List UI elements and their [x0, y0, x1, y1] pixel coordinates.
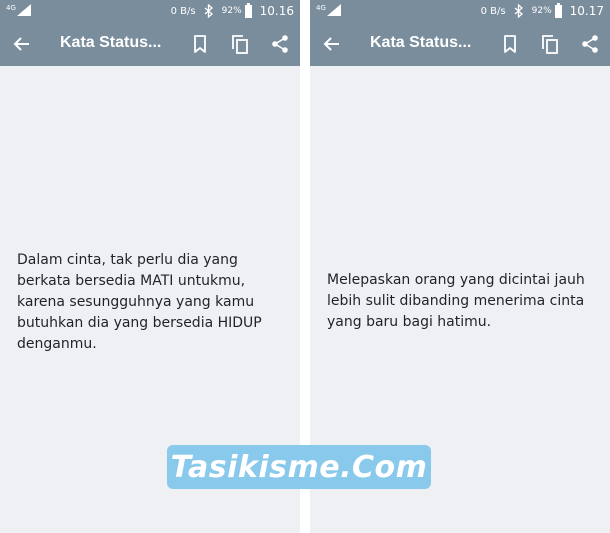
clock: 10.17 [569, 4, 604, 18]
bluetooth-icon [514, 4, 523, 18]
app-toolbar: Kata Status... [0, 22, 300, 66]
app-toolbar: Kata Status... [310, 22, 610, 66]
back-arrow-icon[interactable] [322, 34, 342, 54]
bookmark-icon[interactable] [189, 33, 211, 55]
clock: 10.16 [259, 4, 294, 18]
network-speed: 0 B/s [170, 5, 196, 17]
bookmark-icon[interactable] [499, 33, 521, 55]
status-bar: 4G 0 B/s 92% 10.17 [310, 0, 610, 22]
battery-fill [245, 6, 251, 17]
network-type: 4G [316, 3, 326, 12]
battery-icon [554, 2, 562, 18]
quote-text: Dalam cinta, tak perlu dia yang berkata … [17, 252, 262, 352]
status-bar: 4G 0 B/s 92% 10.16 [0, 0, 300, 22]
copy-icon[interactable] [229, 33, 251, 55]
copy-icon[interactable] [539, 33, 561, 55]
battery-icon [244, 2, 252, 18]
back-arrow-icon[interactable] [12, 34, 32, 54]
bluetooth-icon [204, 4, 213, 18]
toolbar-title: Kata Status... [370, 34, 472, 51]
signal-icon [16, 4, 31, 16]
signal-icon [326, 4, 341, 16]
battery-fill [555, 6, 561, 17]
watermark-banner: Tasikisme.Com [167, 445, 431, 489]
network-type: 4G [6, 3, 16, 12]
battery-percent: 92% [221, 6, 242, 16]
quote-text: Melepaskan orang yang dicintai jauh lebi… [327, 272, 585, 330]
share-icon[interactable] [579, 33, 601, 55]
watermark-text: Tasikisme.Com [170, 449, 428, 485]
battery-percent: 92% [531, 6, 552, 16]
share-icon[interactable] [269, 33, 291, 55]
toolbar-title: Kata Status... [60, 34, 162, 51]
network-speed: 0 B/s [480, 5, 506, 17]
